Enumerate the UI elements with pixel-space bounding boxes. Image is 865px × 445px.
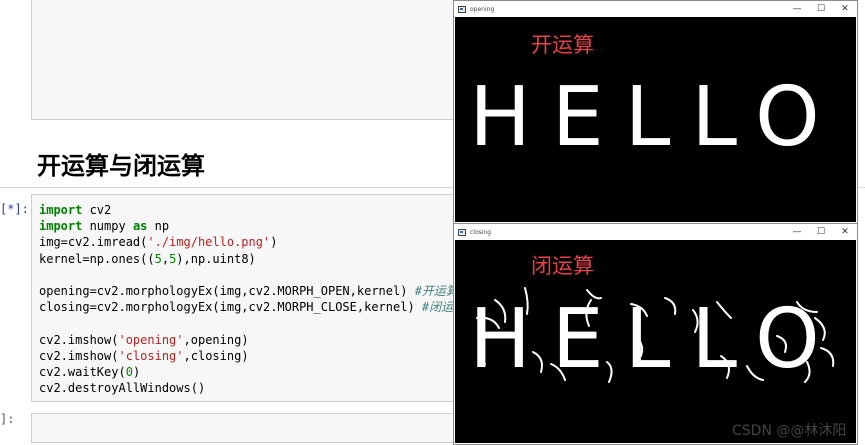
closing-image-canvas: 闭运算 HELLO — [455, 240, 856, 443]
window-app-icon — [458, 5, 466, 13]
screenshot: 开运算与闭运算 [*]: import cv2 import numpy as … — [0, 0, 865, 445]
cell-prompt-running: [*]: — [0, 202, 29, 216]
maximize-button[interactable]: ☐ — [809, 1, 833, 17]
minimize-button[interactable]: — — [785, 1, 809, 17]
code-line-12: cv2.destroyAllWindows() — [39, 381, 206, 396]
close-button[interactable]: ✕ — [833, 1, 857, 17]
opening-hello-image: HELLO — [469, 70, 840, 165]
code-line-3: img=cv2.imread('./img/hello.png') — [39, 235, 278, 250]
output-area — [31, 0, 511, 120]
closing-hello-image: HELLO — [469, 287, 840, 387]
opening-titlebar[interactable]: opening — ☐ ✕ — [454, 1, 857, 17]
opening-hello-text: HELLO — [469, 70, 840, 165]
code-line-11: cv2.waitKey(0) — [39, 365, 141, 380]
minimize-button[interactable]: — — [785, 224, 809, 240]
closing-window[interactable]: closing — ☐ ✕ 闭运算 HELLO — [453, 223, 858, 445]
opening-image-canvas: 开运算 HELLO — [455, 17, 856, 222]
code-line-9: cv2.imshow('opening',opening) — [39, 332, 249, 347]
csdn-watermark: CSDN @@林沐阳 — [732, 423, 847, 439]
code-line-6: opening=cv2.morphologyEx(img,cv2.MORPH_O… — [39, 284, 458, 299]
window-controls: — ☐ ✕ — [785, 1, 857, 17]
code-cell[interactable]: import cv2 import numpy as np img=cv2.im… — [31, 194, 501, 402]
code-line-2: import numpy as np — [39, 219, 170, 234]
window-title: closing — [470, 228, 492, 236]
code-line-7: closing=cv2.morphologyEx(img,cv2.MORPH_C… — [39, 300, 466, 315]
closing-hello-text: HELLO — [469, 292, 840, 387]
section-heading: 开运算与闭运算 — [37, 152, 205, 180]
empty-code-cell[interactable] — [31, 413, 501, 443]
closing-titlebar[interactable]: closing — ☐ ✕ — [454, 224, 857, 240]
maximize-button[interactable]: ☐ — [809, 224, 833, 240]
close-button[interactable]: ✕ — [833, 224, 857, 240]
window-app-icon — [458, 228, 466, 236]
code-line-1: import cv2 — [39, 203, 112, 217]
cell-prompt-next: ]: — [0, 412, 15, 426]
opening-window[interactable]: opening — ☐ ✕ 开运算 HELLO — [453, 0, 858, 224]
window-title: opening — [470, 5, 495, 13]
code-line-10: cv2.imshow('closing',closing) — [39, 348, 249, 363]
window-controls: — ☐ ✕ — [785, 224, 857, 240]
code-editor[interactable]: import cv2 import numpy as np img=cv2.im… — [39, 202, 465, 396]
code-line-4: kernel=np.ones((5,5),np.uint8) — [39, 251, 256, 266]
